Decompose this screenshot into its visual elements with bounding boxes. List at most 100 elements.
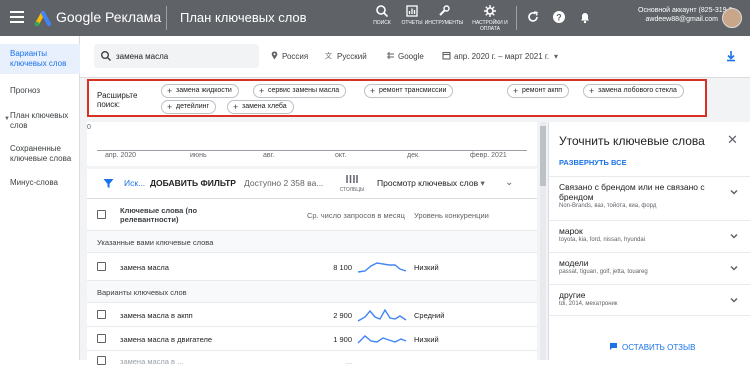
add-filter-button[interactable]: ДОБАВИТЬ ФИЛЬТР (150, 178, 236, 188)
location-pin-icon (271, 51, 278, 60)
search-icon (376, 5, 389, 18)
chevron-down-icon (730, 265, 738, 271)
notifications-icon[interactable] (578, 10, 592, 24)
collapse-chevron-icon[interactable]: ⌄ (505, 177, 513, 188)
search-bar-row: замена масла Россия 文 Русский Google апр.… (80, 36, 750, 78)
columns-icon (346, 175, 358, 183)
filter-icon[interactable] (103, 178, 114, 189)
search-query: замена масла (116, 52, 169, 61)
expand-search-box: Расширьте поиск: замена жидкости сервис … (87, 79, 707, 117)
help-icon[interactable]: ? (552, 10, 566, 24)
row-checkbox[interactable] (97, 262, 106, 271)
translate-icon: 文 (325, 51, 332, 60)
refine-item-brand[interactable]: Связано с брендом или не связано с бренд… (549, 176, 750, 220)
avatar[interactable] (722, 8, 742, 28)
chevron-down-icon (730, 189, 738, 195)
account-info[interactable]: Основной аккаунт (825-319-5... awdeew88@… (638, 6, 739, 24)
download-icon[interactable] (725, 50, 737, 62)
suggestion-chip[interactable]: детейлинг (161, 100, 217, 114)
select-all-checkbox[interactable] (97, 210, 106, 219)
sidebar-item-keyword-plan[interactable]: План ключевых слов (0, 111, 80, 131)
keyword-cell: замена масла в акпп (120, 311, 193, 320)
group-row: Указанные вами ключевые слова (87, 231, 537, 253)
searches-cell: 8 100 (333, 263, 352, 272)
timeline-zero: 0 (87, 124, 91, 131)
account-email: awdeew88@gmail.com (645, 16, 718, 23)
divider (516, 6, 517, 30)
refine-item-subtitle: Non-Brands, ваз, тойота, киа, форд (559, 203, 657, 209)
row-checkbox[interactable] (97, 310, 106, 319)
refine-item-models[interactable]: модели passat, tiguan, golf, jetta, toua… (549, 252, 750, 284)
tools-icon (439, 5, 450, 16)
columns-button[interactable]: СТОЛБЦЫ (337, 174, 367, 193)
language-filter[interactable]: 文 Русский (325, 51, 367, 61)
group-label: Варианты ключевых слов (97, 288, 187, 297)
keyword-search-input[interactable]: замена масла (94, 44, 259, 68)
refine-item-makes[interactable]: марок toyota, kia, ford, nissan, hyundai (549, 220, 750, 252)
trend-sparkline (357, 262, 407, 273)
columns-label: СТОЛБЦЫ (339, 187, 365, 193)
row-checkbox[interactable] (97, 334, 106, 343)
searches-cell: ... (345, 357, 352, 366)
table-header-row: Ключевые слова (по релевантности) Ср. чи… (87, 199, 537, 231)
refine-item-other[interactable]: другие tdi, 2014, мехатроник (549, 284, 750, 316)
expand-all-button[interactable]: РАЗВЕРНУТЬ ВСЕ (559, 158, 627, 167)
date-range-value: апр. 2020 г. – март 2021 г. (454, 52, 550, 61)
divider (166, 6, 167, 30)
row-checkbox[interactable] (97, 356, 106, 365)
table-row[interactable]: замена масла в двигателе 1 900 Низкий (87, 327, 537, 351)
table-row[interactable]: замена масла в акпп 2 900 Средний (87, 303, 537, 327)
feedback-button[interactable]: ОСТАВИТЬ ОТЗЫВ (609, 342, 695, 352)
reports-icon (406, 5, 418, 17)
col-header-keyword[interactable]: Ключевые слова (по релевантности) (120, 206, 230, 224)
menu-icon[interactable] (10, 11, 24, 23)
search-filter-input[interactable]: Иск... (124, 178, 145, 188)
trend-sparkline (357, 308, 407, 322)
settings-tool-button[interactable]: НАСТРОЙКИ И ОПЛАТА (470, 4, 510, 32)
scrollbar[interactable] (540, 122, 546, 360)
refresh-icon[interactable] (526, 10, 540, 24)
competition-cell: Низкий (414, 335, 439, 344)
keyword-cell: замена масла в двигателе (120, 335, 213, 344)
col-header-searches[interactable]: Ср. число запросов в месяц (307, 211, 405, 220)
refine-item-title: Связано с брендом или не связано с бренд… (559, 182, 705, 202)
tools-tool-button[interactable]: ИНСТРУМЕНТЫ (424, 4, 464, 26)
searches-cell: 1 900 (333, 335, 352, 344)
dropdown-arrow-icon: ▾ (480, 178, 485, 188)
suggestion-chip[interactable]: ремонт акпп (507, 84, 570, 98)
sidebar-item-negative-keywords[interactable]: Минус-слова (0, 178, 80, 188)
timeline-label: авг. (263, 152, 275, 159)
table-row[interactable]: замена масла 8 100 Низкий (87, 253, 537, 281)
location-value: Россия (282, 52, 309, 61)
sidebar-item-forecast[interactable]: Прогноз (0, 86, 80, 96)
trend-sparkline (357, 335, 407, 344)
language-value: Русский (337, 52, 367, 61)
close-icon[interactable]: ✕ (727, 132, 738, 148)
date-range-filter[interactable]: апр. 2020 г. – март 2021 г. ▾ (442, 51, 558, 61)
sidebar-item-saved-keywords[interactable]: Сохраненные ключевые слова (0, 144, 80, 164)
timeline-axis (97, 150, 527, 151)
refine-keywords-panel: Уточнить ключевые слова ✕ РАЗВЕРНУТЬ ВСЕ… (548, 122, 750, 360)
top-bar: Google Реклама План ключевых слов ПОИСК … (0, 0, 750, 36)
calendar-icon (442, 51, 451, 60)
view-select[interactable]: Просмотр ключевых слов ▾ (377, 178, 485, 189)
location-filter[interactable]: Россия (270, 51, 308, 61)
suggestion-chip[interactable]: ремонт трансмиссии (364, 84, 454, 98)
suggestion-chip[interactable]: сервис замены масла (253, 84, 347, 98)
refine-item-subtitle: passat, tiguan, golf, jetta, touareg (559, 269, 648, 275)
searches-cell: 2 900 (333, 311, 352, 320)
sidebar-item-keyword-ideas[interactable]: Варианты ключевых слов (0, 44, 80, 74)
network-icon (387, 52, 394, 59)
network-filter[interactable]: Google (386, 51, 424, 61)
suggestion-chip[interactable]: замена хлеба (227, 100, 294, 114)
suggestion-chip[interactable]: замена лобового стекла (583, 84, 684, 98)
table-toolbar: Иск... ДОБАВИТЬ ФИЛЬТР Доступно 2 358 вa… (87, 169, 537, 199)
chevron-down-icon (730, 297, 738, 303)
scrollbar-thumb[interactable] (540, 126, 546, 186)
col-header-competition[interactable]: Уровень конкуренции (414, 211, 489, 220)
page-title: План ключевых слов (180, 10, 307, 25)
timeline-label: июнь (190, 152, 207, 159)
svg-text:?: ? (556, 13, 562, 23)
table-row[interactable]: замена масла в ... ... (87, 351, 537, 375)
suggestion-chip[interactable]: замена жидкости (161, 84, 239, 98)
